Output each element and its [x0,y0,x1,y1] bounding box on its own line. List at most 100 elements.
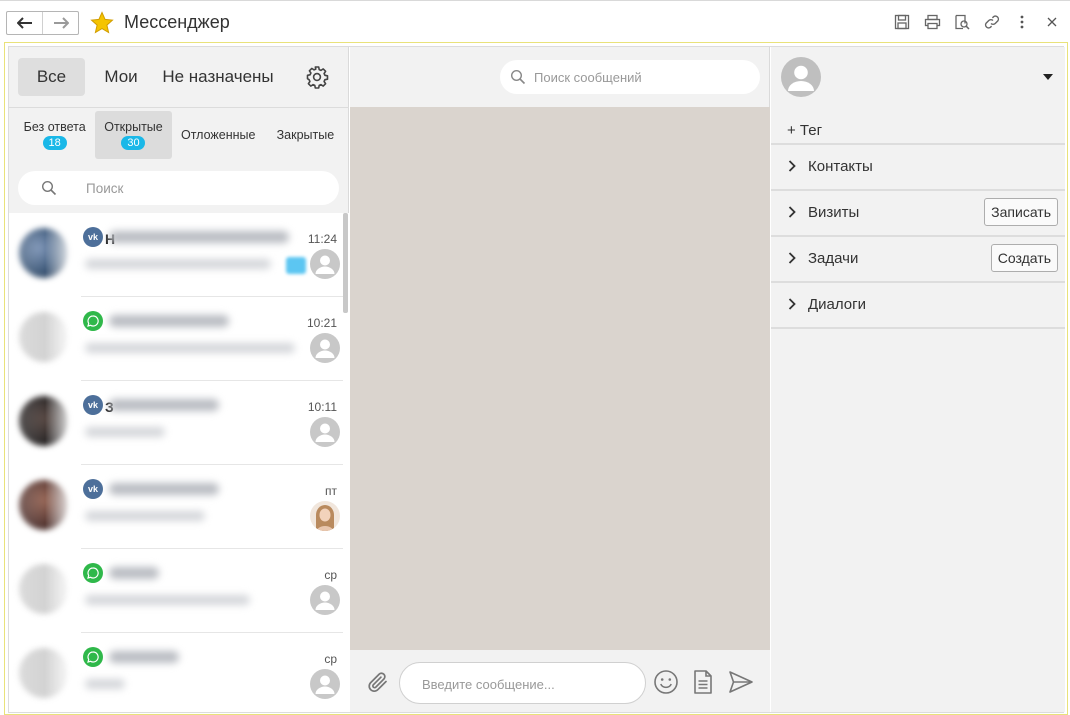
more-vertical-icon [1020,15,1024,29]
vk-icon: vk [83,395,103,415]
user-placeholder-icon [315,675,335,694]
send-icon[interactable] [728,669,754,695]
assignee-avatar [310,333,340,363]
assignee-avatar [310,669,340,699]
avatar-fade [9,297,81,381]
conversation-time: 10:21 [306,316,337,330]
vk-icon: vk [83,479,103,499]
section-visits-label: Визиты [808,204,860,221]
conversation-item[interactable]: vk пт [9,465,343,549]
section-visits[interactable]: Визиты Записать [771,189,1065,235]
message-preview-redacted [85,259,271,269]
assignment-filters: Все Мои Не назначены [9,47,349,107]
attach-paperclip-icon[interactable] [366,670,390,694]
search-icon [510,69,526,85]
section-tasks[interactable]: Задачи Создать [771,235,1065,281]
preview-button[interactable] [950,11,974,33]
print-button[interactable] [920,11,944,33]
more-menu-button[interactable] [1010,11,1034,33]
settings-gear-icon[interactable] [305,65,329,89]
section-tasks-label: Задачи [808,250,859,267]
chevron-right-icon [788,252,796,264]
emoji-icon[interactable] [653,669,679,695]
assignee-photo-icon [316,505,334,531]
assignee-avatar [310,249,340,279]
conversation-list: vk Н 11:24 [9,213,349,712]
assignee-avatar [310,417,340,447]
filter-all-label: Все [36,67,67,86]
contact-name-redacted [109,231,289,243]
conversation-item[interactable]: 10:21 [9,297,343,381]
save-button[interactable] [890,11,914,33]
avatar-fade [9,465,81,549]
status-open-label: Открытые [104,120,163,134]
conversation-time: пт [325,484,337,498]
contact-dropdown-caret-icon[interactable] [1043,74,1053,80]
vk-icon: vk [83,227,103,247]
message-search [500,60,760,94]
message-search-input[interactable] [534,67,744,87]
message-input-box [399,662,646,704]
message-input[interactable] [422,674,627,694]
add-tag-button[interactable]: + Тег [787,122,822,139]
status-no-reply[interactable]: Без ответа 18 [18,111,91,159]
link-button[interactable] [980,11,1004,33]
whatsapp-glyph [87,567,99,579]
close-icon [1047,17,1057,27]
avatar-fade [9,549,81,633]
conversation-search-input[interactable] [86,178,316,198]
conversation-item[interactable]: vk Н 11:24 [9,213,343,297]
user-placeholder-icon [315,423,335,442]
favorite-star-icon[interactable] [90,11,114,35]
whatsapp-icon [83,563,103,583]
forward-button[interactable] [42,12,78,34]
section-contacts-label: Контакты [808,158,873,175]
assignee-avatar [310,585,340,615]
filter-all[interactable]: Все [18,58,85,96]
assignee-avatar [310,501,340,531]
filter-mine[interactable]: Мои [91,58,151,96]
status-postponed[interactable]: Отложенные [175,111,262,159]
sections-bottom-divider [771,327,1065,329]
arrow-right-icon [53,17,69,29]
search-icon [41,180,57,196]
unread-indicator [286,257,306,274]
conversation-list-scrollbar[interactable] [343,213,348,313]
create-task-button[interactable]: Создать [990,244,1058,272]
navigation-buttons [6,11,79,35]
template-document-icon[interactable] [690,669,716,695]
close-button[interactable] [1040,11,1064,33]
status-no-reply-label: Без ответа [23,120,86,134]
contact-details-panel: + Тег Контакты Визиты Записать Задачи Со… [771,47,1065,712]
filter-mine-label: Мои [104,67,138,86]
save-icon [894,14,910,30]
message-preview-redacted [85,595,250,605]
status-open[interactable]: Открытые 30 [95,111,172,159]
contact-avatar[interactable] [781,57,821,97]
avatar-fade [9,213,81,297]
conversation-item[interactable]: ср [9,633,343,712]
section-contacts[interactable]: Контакты [771,143,1065,189]
back-button[interactable] [7,12,42,34]
conversation-search [18,171,339,205]
contact-name-redacted [109,315,229,327]
status-filters: Без ответа 18 Открытые 30 Отложенные Зак… [9,107,349,163]
chevron-right-icon [788,160,796,172]
message-preview-redacted [85,427,165,437]
print-preview-icon [955,14,970,30]
user-placeholder-icon [788,65,814,91]
conversation-item[interactable]: vk З 10:11 [9,381,343,465]
status-closed[interactable]: Закрытые [262,111,349,159]
conversation-time: ср [324,568,337,582]
whatsapp-icon [83,311,103,331]
chevron-right-icon [788,206,796,218]
filter-unassigned[interactable]: Не назначены [155,58,281,96]
arrow-left-icon [16,17,32,29]
conversation-time: 11:24 [307,232,337,246]
contact-name-redacted [109,483,219,495]
conversation-item[interactable]: ср [9,549,343,633]
section-dialogs[interactable]: Диалоги [771,281,1065,327]
book-visit-button[interactable]: Записать [984,198,1058,226]
contact-name-redacted [109,651,179,663]
open-count-badge: 30 [121,136,146,150]
